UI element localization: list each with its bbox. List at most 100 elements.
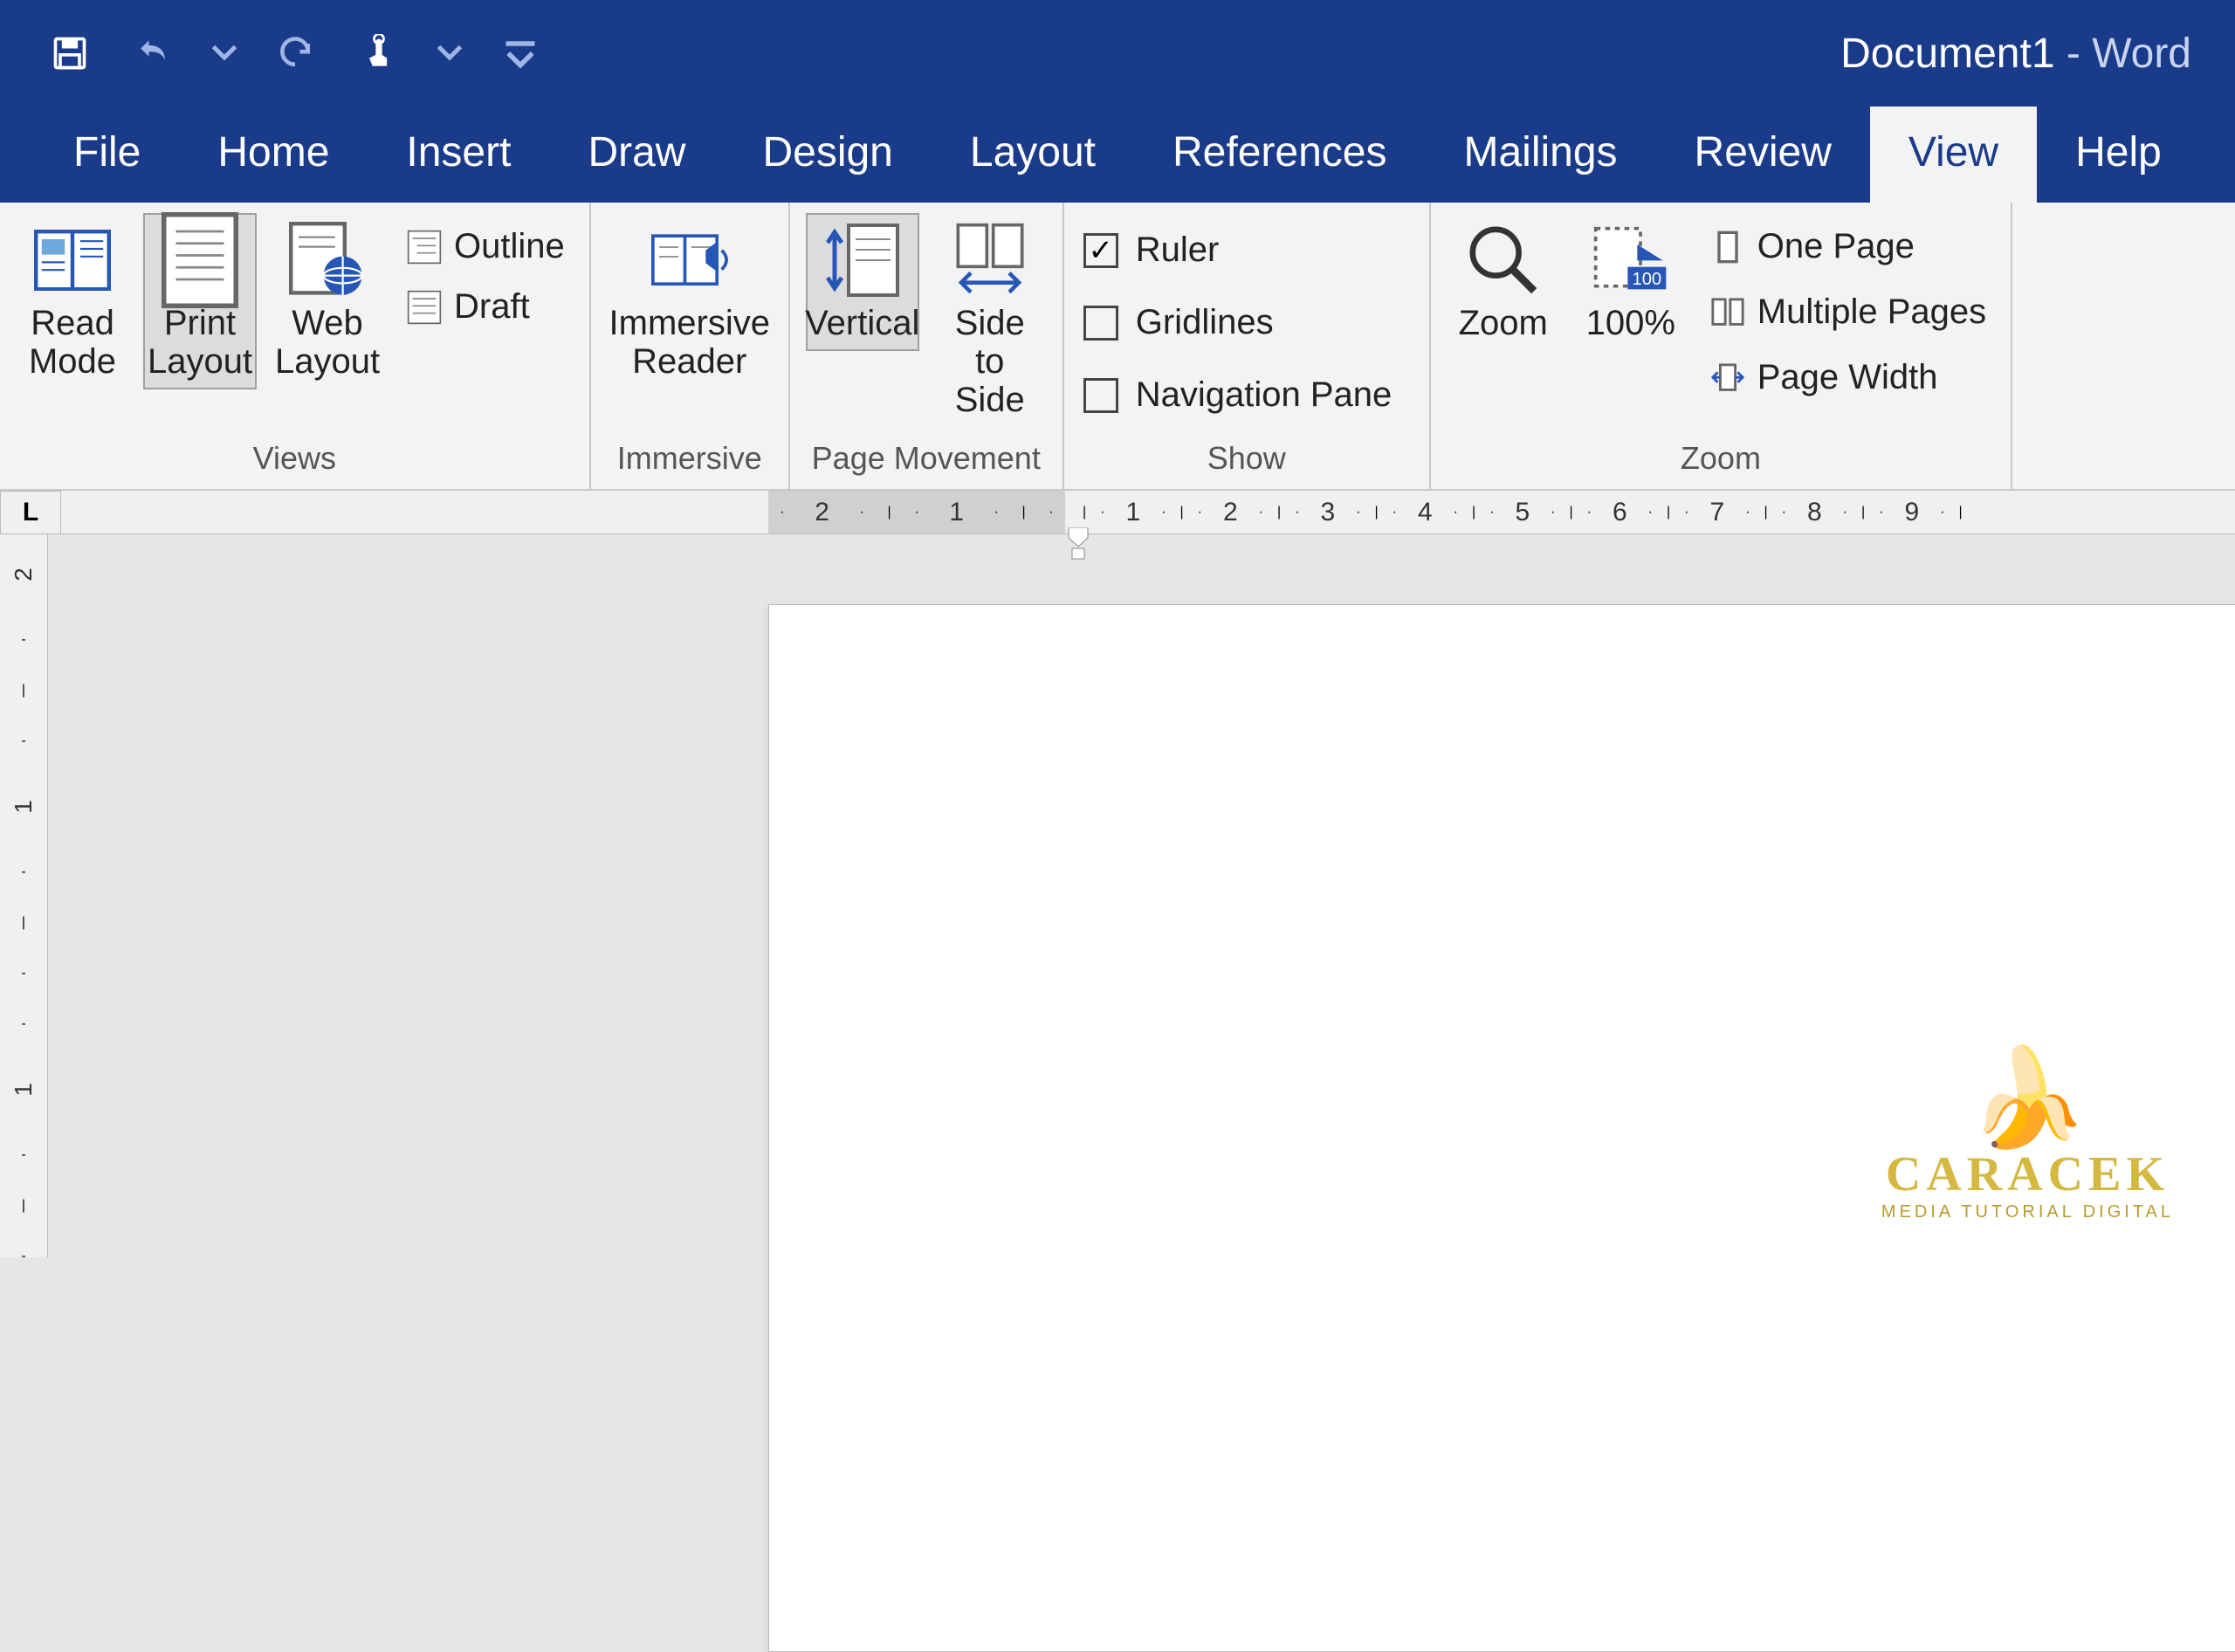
chevron-down-icon <box>211 34 237 72</box>
draft-button[interactable]: Draft <box>398 282 574 332</box>
ruler-checkbox[interactable]: Ruler <box>1080 225 1396 275</box>
touch-mode-button[interactable] <box>353 27 405 79</box>
one-page-label: One Page <box>1757 227 1915 266</box>
ruler-tick: 1 <box>942 498 971 527</box>
ruler-corner[interactable]: L <box>0 491 61 534</box>
undo-button[interactable] <box>127 27 180 79</box>
ruler-tick: 1 <box>0 1083 48 1097</box>
tab-review[interactable]: Review <box>1656 106 1870 203</box>
tab-home[interactable]: Home <box>179 106 368 203</box>
immersive-reader-label: Immersive Reader <box>609 304 770 381</box>
group-zoom: Zoom 100 100% One Page <box>1431 203 2012 489</box>
indent-marker-icon <box>1065 527 1091 562</box>
tab-help[interactable]: Help <box>2037 106 2200 203</box>
draft-icon <box>407 290 442 325</box>
vertical-label: Vertical <box>805 304 919 342</box>
customize-icon <box>501 34 540 72</box>
web-layout-icon <box>289 222 366 299</box>
group-views-label: Views <box>16 435 574 485</box>
side-to-side-label: Side to Side <box>940 304 1040 419</box>
touch-mode-dropdown[interactable] <box>437 27 463 79</box>
redo-button[interactable] <box>269 27 321 79</box>
print-layout-icon <box>162 222 238 299</box>
print-layout-label: Print Layout <box>148 304 252 381</box>
zoom-label: Zoom <box>1459 304 1548 342</box>
multiple-pages-icon <box>1710 295 1745 330</box>
tab-insert[interactable]: Insert <box>368 106 549 203</box>
save-icon <box>51 34 89 72</box>
group-immersive: Immersive Reader Immersive <box>591 203 790 489</box>
multiple-pages-label: Multiple Pages <box>1757 293 1986 332</box>
document-name: Document1 <box>1840 31 2054 77</box>
gridlines-checkbox[interactable]: Gridlines <box>1080 298 1396 348</box>
multiple-pages-button[interactable]: Multiple Pages <box>1702 287 1995 337</box>
undo-dropdown[interactable] <box>211 27 237 79</box>
ruler-tick: 2 <box>808 498 836 527</box>
immersive-reader-button[interactable]: Immersive Reader <box>607 213 773 389</box>
side-to-side-button[interactable]: Side to Side <box>933 213 1047 428</box>
group-show: Ruler Gridlines Navigation Pane Show <box>1064 203 1431 489</box>
print-layout-button[interactable]: Print Layout <box>143 213 257 389</box>
web-layout-label: Web Layout <box>275 304 380 381</box>
zoom-100-icon: 100 <box>1592 222 1669 299</box>
immersive-reader-icon <box>651 222 728 299</box>
qat-customize-button[interactable] <box>494 27 547 79</box>
group-page-movement-label: Page Movement <box>806 435 1047 485</box>
ruler-tick: 1 <box>1118 498 1147 527</box>
side-to-side-icon <box>952 222 1028 299</box>
zoom-button[interactable]: Zoom <box>1447 213 1560 351</box>
read-mode-label: Read Mode <box>29 304 116 381</box>
outline-button[interactable]: Outline <box>398 222 574 272</box>
vertical-button[interactable]: Vertical <box>806 213 919 351</box>
window-title: Document1 - Word <box>1840 30 2191 78</box>
one-page-button[interactable]: One Page <box>1702 222 1995 272</box>
quick-access-toolbar <box>0 27 547 79</box>
ruler-tick: 2 <box>1216 498 1245 527</box>
zoom-100-button[interactable]: 100 100% <box>1574 213 1688 351</box>
watermark-subtitle: MEDIA TUTORIAL DIGITAL <box>1881 1202 2174 1222</box>
tab-view[interactable]: View <box>1870 106 2037 203</box>
tab-layout[interactable]: Layout <box>932 106 1134 203</box>
web-layout-button[interactable]: Web Layout <box>271 213 384 389</box>
tab-design[interactable]: Design <box>724 106 931 203</box>
group-zoom-label: Zoom <box>1447 435 1995 485</box>
one-page-icon <box>1710 230 1745 265</box>
group-page-movement: Vertical Side to Side Page Movement <box>790 203 1064 489</box>
undo-icon <box>134 34 173 72</box>
tab-draw[interactable]: Draw <box>549 106 724 203</box>
zoom-100-label: 100% <box>1586 304 1675 342</box>
ruler-tick: 7 <box>1702 498 1731 527</box>
ruler-tick: 1 <box>0 800 48 814</box>
ruler-tick: 5 <box>1508 498 1537 527</box>
save-button[interactable] <box>44 27 96 79</box>
banana-icon: 🍌 <box>1881 1050 2174 1146</box>
group-immersive-label: Immersive <box>607 435 773 485</box>
gridlines-label: Gridlines <box>1136 303 1274 342</box>
horizontal-ruler[interactable]: · 2 · | · 1 · | · |· 1 ·|· 2 ·|· 3 ·|· 4… <box>61 491 2235 534</box>
tell-me-button[interactable] <box>2226 119 2235 203</box>
page-width-label: Page Width <box>1757 358 1938 397</box>
read-mode-icon <box>34 222 111 299</box>
group-views: Read Mode Print Layout Web Layout <box>0 203 591 489</box>
read-mode-button[interactable]: Read Mode <box>16 213 129 389</box>
ribbon-tabs: File Home Insert Draw Design Layout Refe… <box>0 107 2235 203</box>
touch-icon <box>360 34 398 72</box>
page-width-button[interactable]: Page Width <box>1702 353 1995 403</box>
indent-marker[interactable] <box>1065 527 1091 562</box>
ribbon-view: Read Mode Print Layout Web Layout <box>0 203 2235 491</box>
ruler-tick: 2 <box>0 568 48 582</box>
page-width-icon <box>1710 361 1745 396</box>
title-bar: Document1 - Word <box>0 0 2235 107</box>
tab-mailings[interactable]: Mailings <box>1425 106 1655 203</box>
watermark-brand: CARACEK <box>1881 1146 2174 1202</box>
navigation-pane-label: Navigation Pane <box>1136 375 1393 415</box>
outline-icon <box>407 230 442 265</box>
navigation-pane-checkbox[interactable]: Navigation Pane <box>1080 370 1396 420</box>
document-workspace: L · 2 · | · 1 · | · |· 1 ·|· 2 ·|· 3 ·|·… <box>0 491 2235 1257</box>
tab-references[interactable]: References <box>1134 106 1425 203</box>
vertical-ruler[interactable]: 2 - | - 1 - | - - 1 - | - 2 <box>0 534 48 1257</box>
ruler-tick: 3 <box>1313 498 1342 527</box>
tab-file[interactable]: File <box>35 106 179 203</box>
ruler-tick: 4 <box>1411 498 1440 527</box>
checkbox-icon <box>1083 306 1118 341</box>
